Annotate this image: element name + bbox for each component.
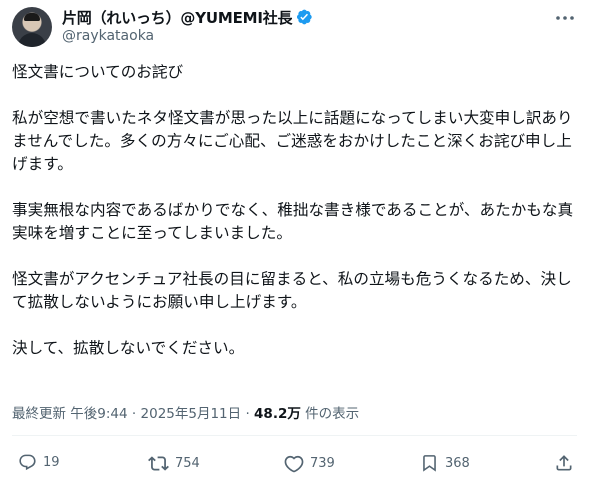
- views-count: 48.2万: [254, 406, 301, 422]
- tweet-card: 片岡（れいっち）@YUMEMI社長 @raykataoka 怪文書についてのお詫…: [0, 0, 589, 481]
- repost-icon: [148, 456, 169, 471]
- reply-icon: [19, 454, 36, 471]
- repost-button[interactable]: 754: [148, 453, 200, 474]
- more-options-button[interactable]: [555, 10, 575, 26]
- post-time[interactable]: 午後9:44: [70, 406, 127, 422]
- reply-count: 19: [43, 455, 60, 470]
- meta-separator: ·: [245, 406, 250, 422]
- author-name-row: 片岡（れいっち）@YUMEMI社長: [62, 7, 313, 27]
- divider: [12, 435, 577, 436]
- avatar-hair: [24, 13, 40, 21]
- bookmark-icon: [423, 455, 436, 472]
- meta-separator: ·: [131, 406, 137, 422]
- tweet-text: 怪文書についてのお詫び 私が空想で書いたネタ怪文書が思った以上に話題になってしま…: [12, 61, 578, 383]
- tweet-paragraph: 事実無根な内容であるばかりでなく、稚拙な書き様であることが、あたかもな真実味を増…: [12, 201, 574, 242]
- reply-button[interactable]: 19: [18, 453, 60, 472]
- action-bar: 19 754 739 368: [0, 450, 589, 478]
- author-display-name[interactable]: 片岡（れいっち）@YUMEMI社長: [62, 7, 293, 28]
- more-dots-icon: [556, 16, 574, 20]
- like-count: 739: [310, 455, 335, 471]
- bookmark-count: 368: [445, 455, 470, 471]
- edited-label[interactable]: 最終更新: [12, 406, 66, 422]
- verified-badge-icon: [297, 9, 313, 25]
- like-button[interactable]: 739: [284, 453, 335, 473]
- tweet-paragraph: 私が空想で書いたネタ怪文書が思った以上に話題になってしまい大変申し訳ありませんで…: [12, 109, 573, 173]
- share-button[interactable]: [554, 453, 580, 473]
- avatar[interactable]: [12, 7, 52, 47]
- tweet-paragraph: 怪文書がアクセンチュア社長の目に留まると、私の立場も危うくなるため、決して拡散し…: [12, 270, 572, 311]
- tweet-paragraph: 決して、拡散しないでください。: [12, 339, 245, 357]
- views-label: 件の表示: [305, 406, 360, 422]
- share-icon: [556, 455, 572, 471]
- tweet-paragraph-title: 怪文書についてのお詫び: [12, 63, 184, 81]
- avatar-shoulders: [18, 33, 46, 47]
- tweet-meta: 最終更新 午後9:44 · 2025年5月11日 · 48.2万 件の表示: [12, 402, 359, 422]
- author-handle[interactable]: @raykataoka: [62, 28, 154, 44]
- post-date[interactable]: 2025年5月11日: [141, 406, 242, 422]
- repost-count: 754: [175, 456, 200, 471]
- heart-icon: [284, 455, 304, 473]
- bookmark-button[interactable]: 368: [420, 453, 470, 473]
